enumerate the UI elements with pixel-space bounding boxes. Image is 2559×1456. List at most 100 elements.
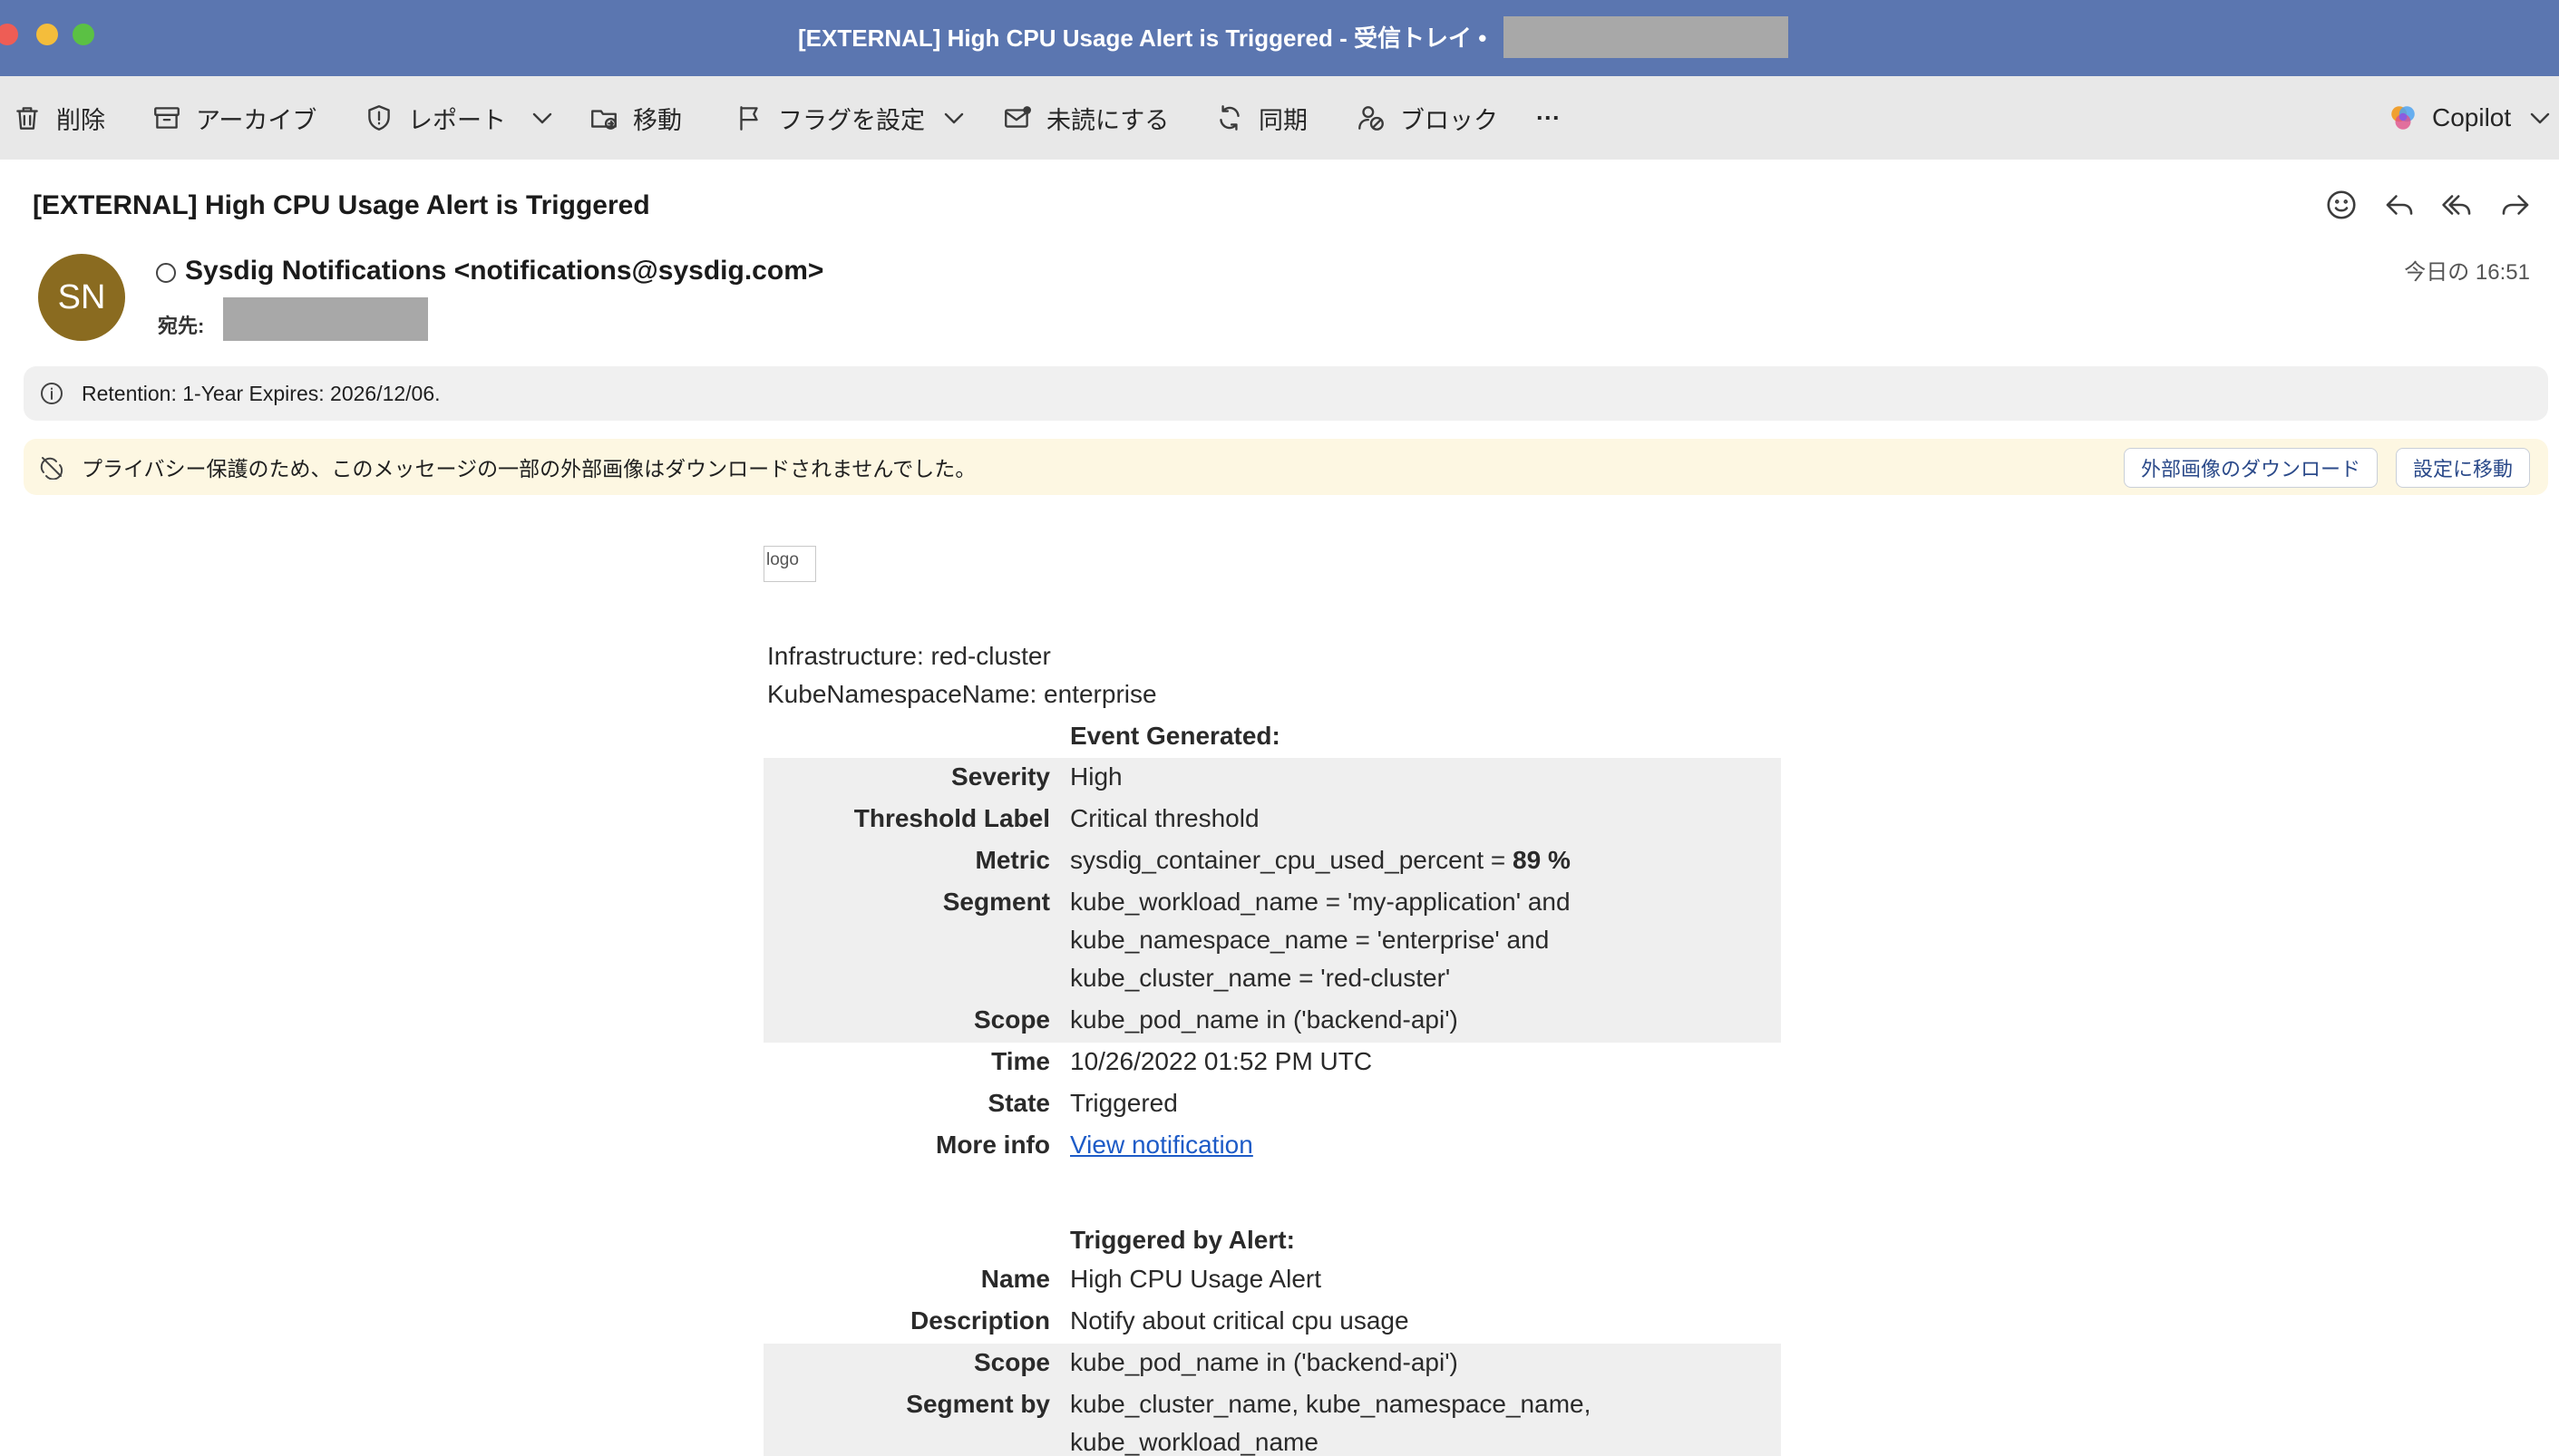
flag-label: フラグを設定	[778, 106, 925, 134]
event-row-state: State Triggered	[764, 1084, 1781, 1126]
event-row-severity: Severity High	[764, 758, 1781, 800]
sync-label: 同期	[1259, 106, 1308, 134]
delete-label: 削除	[56, 106, 105, 134]
presence-circle-icon	[156, 263, 176, 283]
view-notification-link[interactable]: View notification	[1070, 1131, 1253, 1159]
retention-banner: Retention: 1-Year Expires: 2026/12/06.	[24, 366, 2548, 421]
chevron-down-icon	[2524, 102, 2556, 134]
message-subject: [EXTERNAL] High CPU Usage Alert is Trigg…	[33, 190, 650, 220]
privacy-banner: プライバシー保護のため、このメッセージの一部の外部画像はダウンロードされませんで…	[24, 439, 2548, 495]
alert-row-segment-by: Segment by kube_cluster_name, kube_names…	[764, 1385, 1781, 1456]
reply-button[interactable]	[2379, 185, 2419, 225]
redacted-block	[223, 297, 428, 341]
row-label: More info	[936, 1131, 1050, 1159]
event-row-more-info: More info View notification	[764, 1126, 1781, 1168]
mark-unread-button[interactable]: 未読にする	[1001, 76, 1169, 160]
archive-button[interactable]: アーカイブ	[151, 76, 316, 160]
row-label: Scope	[973, 1005, 1050, 1034]
row-value: Critical threshold	[1070, 804, 1260, 832]
copilot-icon	[2387, 102, 2419, 134]
sync-button[interactable]: 同期	[1213, 76, 1308, 160]
row-value: kube_pod_name in ('backend-api')	[1070, 1005, 1458, 1034]
row-value: sysdig_container_cpu_used_percent = 89 %	[1070, 841, 1571, 879]
segment-by-line: kube_cluster_name, kube_namespace_name,	[1070, 1390, 1591, 1418]
redacted-block	[1503, 16, 1788, 58]
privacy-text: プライバシー保護のため、このメッセージの一部の外部画像はダウンロードされませんで…	[82, 457, 977, 480]
block-user-icon	[1355, 102, 1387, 134]
minimize-window-button[interactable]	[36, 24, 58, 45]
block-label: ブロック	[1400, 106, 1498, 134]
info-icon	[38, 380, 65, 407]
event-row-threshold: Threshold Label Critical threshold	[764, 800, 1781, 841]
reply-icon	[2386, 195, 2413, 215]
report-dropdown[interactable]	[526, 76, 559, 160]
broken-logo-image: logo	[764, 546, 816, 582]
row-value: High	[1070, 762, 1123, 791]
copilot-label: Copilot	[2432, 103, 2512, 131]
infrastructure-line: Infrastructure: red-cluster	[767, 642, 1051, 670]
more-actions-button[interactable]: ···	[1536, 76, 1561, 160]
segment-line: kube_cluster_name = 'red-cluster'	[1070, 964, 1451, 992]
row-value: Notify about critical cpu usage	[1070, 1306, 1409, 1335]
segment-line: kube_namespace_name = 'enterprise' and	[1070, 926, 1550, 954]
row-value: kube_pod_name in ('backend-api')	[1070, 1348, 1458, 1376]
archive-label: アーカイブ	[196, 106, 317, 134]
event-generated-heading: Event Generated:	[1070, 722, 1280, 750]
download-images-button[interactable]: 外部画像のダウンロード	[2124, 448, 2379, 488]
message-date: 今日の 16:51	[2404, 260, 2530, 285]
flag-button[interactable]: フラグを設定	[733, 76, 925, 160]
row-value: 10/26/2022 01:52 PM UTC	[1070, 1047, 1373, 1075]
window-title: [EXTERNAL] High CPU Usage Alert is Trigg…	[798, 24, 1487, 52]
row-value: View notification	[1070, 1126, 1253, 1164]
event-row-scope: Scope kube_pod_name in ('backend-api')	[764, 1001, 1781, 1043]
segment-by-line: kube_workload_name	[1070, 1428, 1318, 1456]
event-row-time: Time 10/26/2022 01:52 PM UTC	[764, 1043, 1781, 1084]
trash-icon	[11, 102, 44, 134]
avatar: SN	[38, 254, 125, 341]
archive-icon	[151, 102, 183, 134]
row-label: Metric	[975, 846, 1050, 874]
metric-expression: sysdig_container_cpu_used_percent =	[1070, 846, 1513, 874]
chevron-down-icon	[938, 102, 970, 134]
go-to-settings-button[interactable]: 設定に移動	[2396, 448, 2531, 488]
flag-dropdown[interactable]	[938, 76, 970, 160]
row-label: Segment	[942, 888, 1050, 916]
folder-move-icon	[588, 102, 620, 134]
forward-icon	[2502, 195, 2529, 215]
event-row-metric: Metric sysdig_container_cpu_used_percent…	[764, 841, 1781, 883]
row-value: High CPU Usage Alert	[1070, 1265, 1322, 1293]
namespace-line: KubeNamespaceName: enterprise	[767, 680, 1157, 708]
reply-all-button[interactable]	[2437, 185, 2477, 225]
segment-line: kube_workload_name = 'my-application' an…	[1070, 888, 1571, 916]
row-label: Description	[910, 1306, 1050, 1335]
row-label: Severity	[951, 762, 1050, 791]
zoom-window-button[interactable]	[73, 24, 94, 45]
close-window-button[interactable]	[0, 24, 18, 45]
row-label: State	[988, 1089, 1050, 1117]
report-label: レポート	[408, 106, 506, 134]
envelope-icon	[1001, 102, 1034, 134]
report-button[interactable]: レポート	[363, 76, 506, 160]
move-label: 移動	[633, 106, 682, 134]
shield-icon	[363, 102, 395, 134]
blocked-image-icon	[38, 453, 65, 480]
retention-text: Retention: 1-Year Expires: 2026/12/06.	[82, 381, 441, 405]
delete-button[interactable]: 削除	[11, 76, 105, 160]
smiley-icon	[2327, 190, 2356, 219]
row-label: Name	[980, 1265, 1050, 1293]
sender-name[interactable]: Sysdig Notifications <notifications@sysd…	[185, 256, 823, 286]
alert-row-name: Name High CPU Usage Alert	[764, 1260, 1781, 1302]
message-toolbar: 削除 アーカイブ レポート 移動 フラグを設定 未読にする 同期 ブロック ··…	[0, 76, 2559, 160]
row-label: Threshold Label	[853, 804, 1050, 832]
alert-row-scope: Scope kube_pod_name in ('backend-api')	[764, 1344, 1781, 1385]
block-button[interactable]: ブロック	[1355, 76, 1498, 160]
reply-all-icon	[2442, 195, 2471, 215]
copilot-button[interactable]: Copilot	[2387, 76, 2556, 160]
mark-unread-label: 未読にする	[1046, 106, 1170, 134]
move-button[interactable]: 移動	[588, 76, 682, 160]
emoji-reaction-button[interactable]	[2321, 185, 2361, 225]
alert-row-description: Description Notify about critical cpu us…	[764, 1302, 1781, 1344]
forward-button[interactable]	[2496, 185, 2535, 225]
window-titlebar: [EXTERNAL] High CPU Usage Alert is Trigg…	[0, 0, 2559, 76]
row-label: Time	[991, 1047, 1050, 1075]
